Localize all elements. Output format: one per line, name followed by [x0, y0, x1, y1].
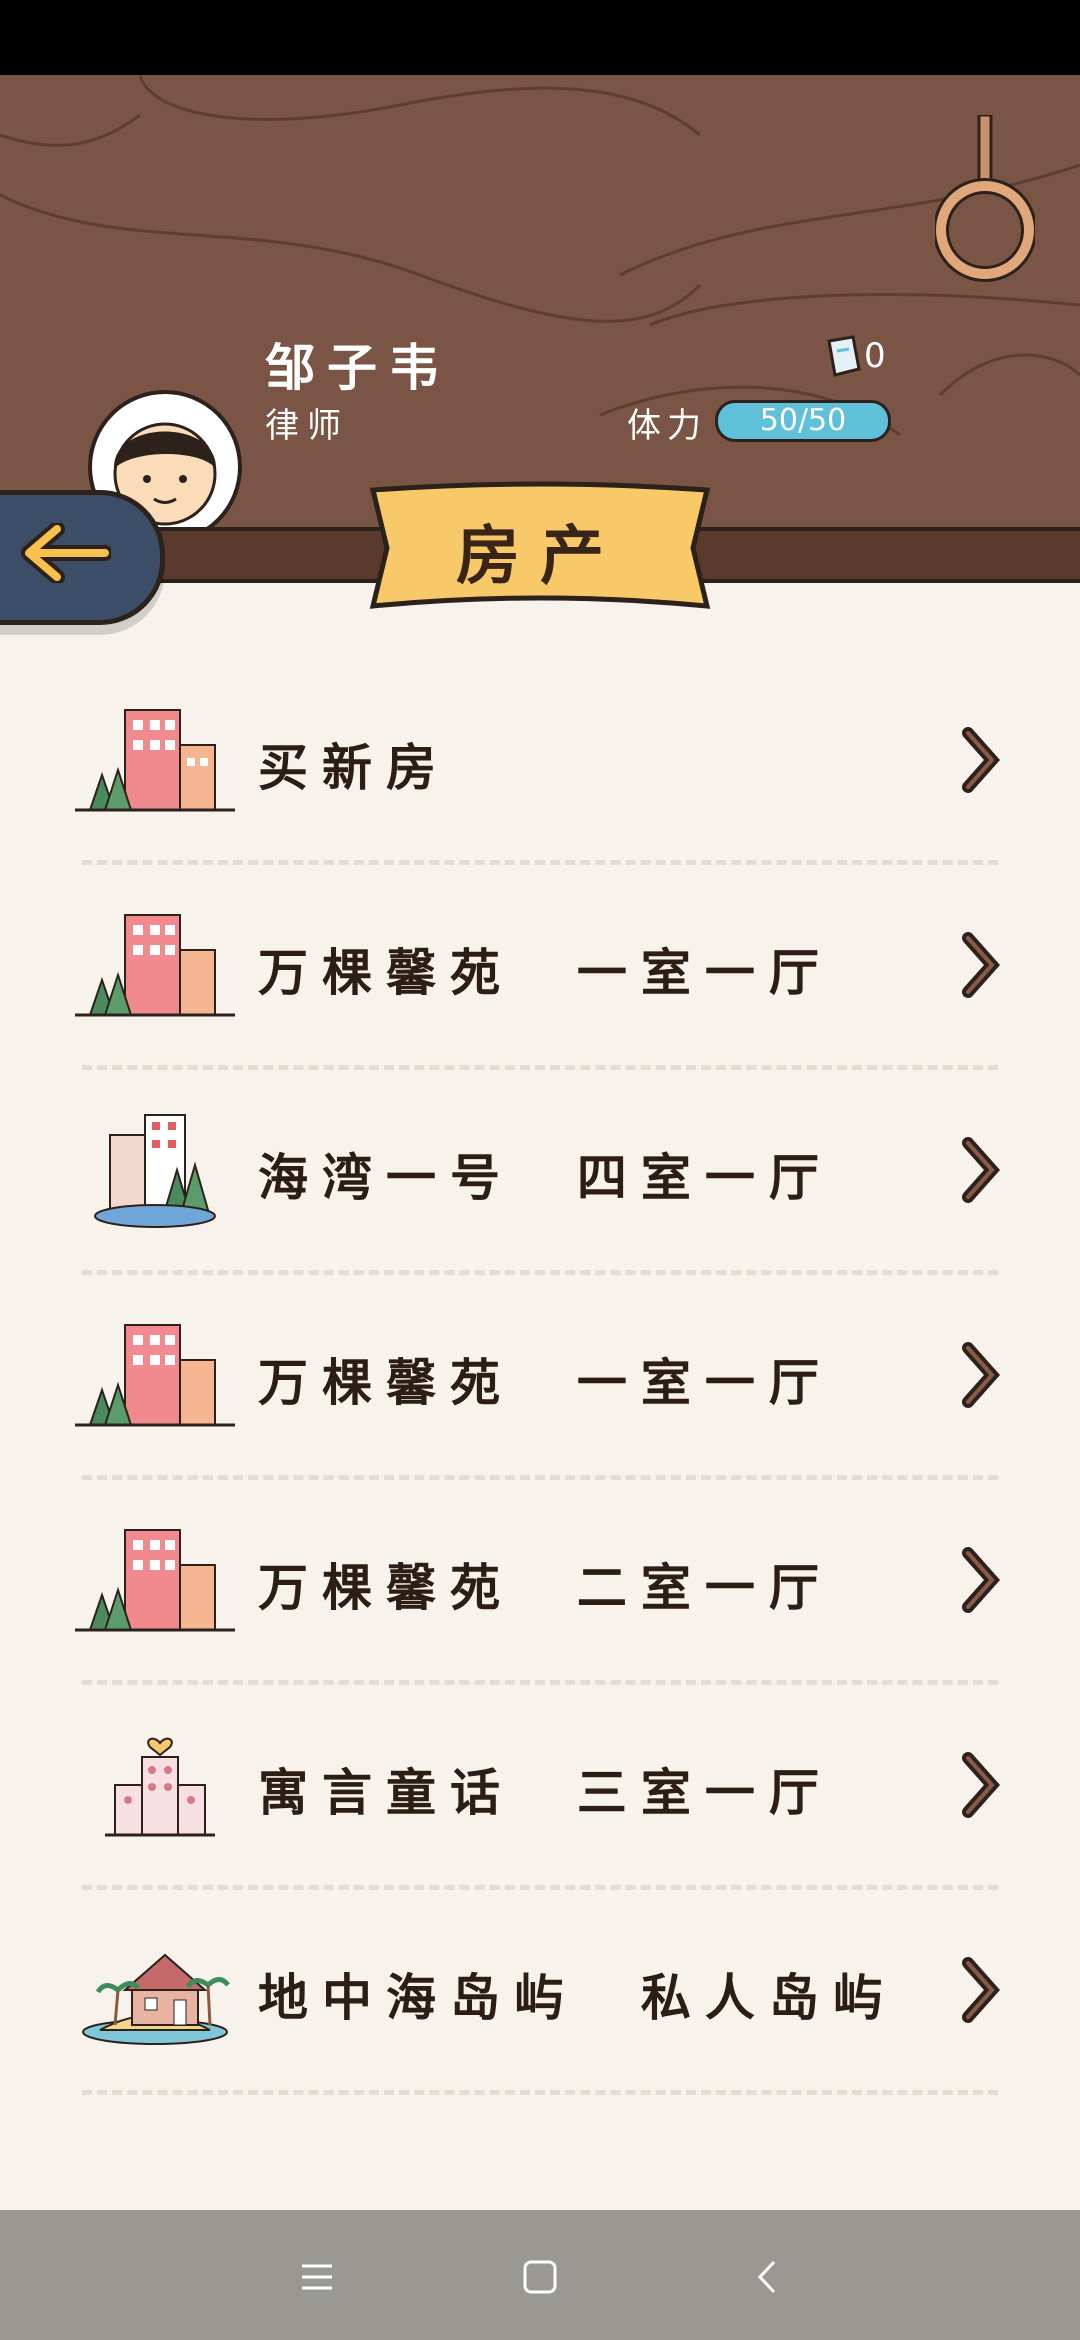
pink-apartment-trees-icon [75, 1324, 235, 1427]
stamina-bar: 50/50 [715, 400, 891, 442]
pink-apartment-trees-icon [75, 709, 235, 812]
chevron-right-icon [962, 1547, 1000, 1613]
property-label: 万棵馨苑 一室一厅 [258, 943, 833, 1002]
ticket-icon [827, 335, 861, 377]
bay-building-lake-icon [94, 1114, 216, 1228]
property-row-buy[interactable]: 买新房 [0, 660, 1080, 865]
chevron-right-icon [962, 727, 1000, 793]
status-bar [0, 0, 1080, 75]
page-title: 房产 [456, 519, 624, 594]
property-label: 寓言童话 三室一厅 [258, 1763, 833, 1822]
chevron-right-icon [962, 932, 1000, 998]
chevron-right-icon [962, 1752, 1000, 1818]
property-list: 买新房 万棵馨苑 一室一厅 海湾一号 四室一厅 万棵馨苑 一室一厅 万棵馨苑 二… [0, 660, 1080, 2095]
system-navigation-bar [0, 2210, 1080, 2340]
property-row-6[interactable]: 地中海岛屿 私人岛屿 [0, 1890, 1080, 2095]
property-label: 万棵馨苑 二室一厅 [258, 1558, 833, 1617]
home-square-icon[interactable] [515, 2252, 565, 2302]
property-label: 地中海岛屿 私人岛屿 [258, 1968, 897, 2027]
menu-icon[interactable] [292, 2252, 342, 2302]
property-row-1[interactable]: 万棵馨苑 一室一厅 [0, 865, 1080, 1070]
property-row-5[interactable]: 寓言童话 三室一厅 [0, 1685, 1080, 1890]
profile-name: 邹子韦 [265, 338, 451, 397]
stamina-label: 体力 [627, 406, 707, 446]
property-label: 万棵馨苑 一室一厅 [258, 1353, 833, 1412]
fairytale-building-heart-icon [105, 1737, 215, 1837]
property-label: 买新房 [258, 738, 450, 797]
back-arrow-icon [21, 523, 111, 583]
row-divider [82, 2090, 998, 2095]
chevron-right-icon [962, 1137, 1000, 1203]
back-button[interactable] [0, 490, 165, 625]
pink-apartment-trees-icon [75, 1529, 235, 1632]
profile-job: 律师 [265, 406, 349, 446]
property-row-3[interactable]: 万棵馨苑 一室一厅 [0, 1275, 1080, 1480]
back-chevron-icon[interactable] [742, 2252, 792, 2302]
property-row-4[interactable]: 万棵馨苑 二室一厅 [0, 1480, 1080, 1685]
property-label: 海湾一号 四室一厅 [258, 1148, 833, 1207]
pink-apartment-trees-icon [75, 914, 235, 1017]
ticket-count: 0 [864, 336, 886, 376]
chevron-right-icon [962, 1957, 1000, 2023]
hanging-ring-icon [935, 115, 1035, 282]
property-row-2[interactable]: 海湾一号 四室一厅 [0, 1070, 1080, 1275]
chevron-right-icon [962, 1342, 1000, 1408]
island-house-palm-icon [82, 1953, 231, 2045]
